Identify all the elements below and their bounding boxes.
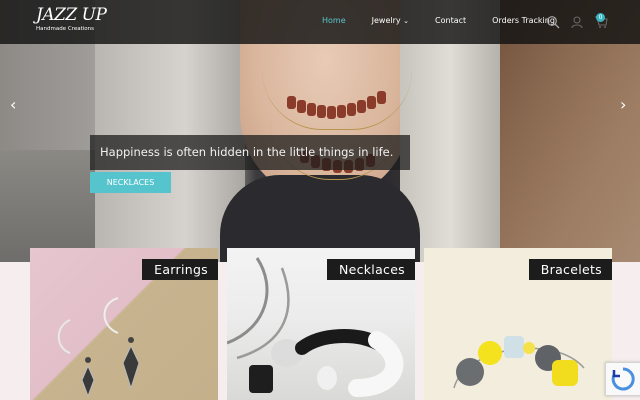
recaptcha-icon xyxy=(611,367,635,391)
search-icon[interactable] xyxy=(546,14,560,29)
cart-count-badge: 0 xyxy=(596,13,605,22)
site-header: JAZZ UP Handmade Creations Home Jewelry … xyxy=(0,0,640,44)
category-label-bracelets: Bracelets xyxy=(528,259,612,280)
recaptcha-badge[interactable] xyxy=(605,362,640,396)
category-tile-earrings[interactable]: Earrings xyxy=(30,248,218,400)
necklaces-button[interactable]: NECKLACES xyxy=(90,172,171,193)
hero-caption: Happiness is often hidden in the little … xyxy=(90,135,410,170)
main-nav: Home Jewelry ⌄ Contact Orders Tracking xyxy=(322,16,581,25)
nav-home[interactable]: Home xyxy=(322,16,346,25)
category-label-necklaces: Necklaces xyxy=(326,259,415,280)
chevron-down-icon: ⌄ xyxy=(403,17,410,25)
logo[interactable]: JAZZ UP Handmade Creations xyxy=(36,5,107,33)
logo-name: JAZZ UP xyxy=(36,5,107,25)
chevron-right-icon[interactable]: › xyxy=(620,95,626,114)
category-tile-necklaces[interactable]: Necklaces xyxy=(227,248,415,400)
category-tile-bracelets[interactable]: Bracelets xyxy=(424,248,612,400)
logo-tagline: Handmade Creations xyxy=(36,26,94,32)
nav-jewelry-label: Jewelry xyxy=(371,16,401,25)
nav-jewelry[interactable]: Jewelry ⌄ xyxy=(372,16,409,25)
chevron-left-icon[interactable]: ‹ xyxy=(10,95,16,114)
user-icon[interactable] xyxy=(570,14,584,29)
nav-contact[interactable]: Contact xyxy=(435,16,466,25)
category-label-earrings: Earrings xyxy=(142,259,218,280)
